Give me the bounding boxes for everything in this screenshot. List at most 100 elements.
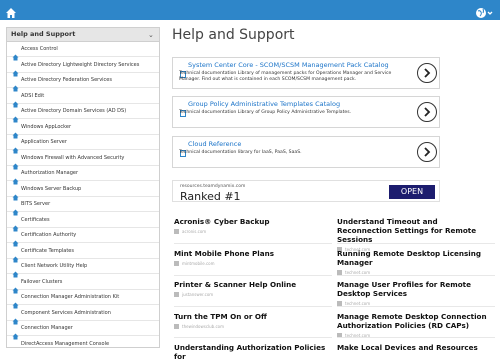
- chevron-down-icon[interactable]: ⌄: [148, 31, 154, 39]
- sidebar-item[interactable]: DirectAccess Management Console: [7, 337, 159, 348]
- go-arrow-icon[interactable]: [417, 142, 437, 162]
- recommended-link[interactable]: Printer & Scanner Help Online justanswer…: [174, 280, 332, 297]
- home-icon[interactable]: [5, 4, 17, 18]
- sidebar-item[interactable]: Windows Server Backup: [7, 182, 159, 200]
- recommended-title[interactable]: Understanding Authorization Policies for: [174, 343, 332, 361]
- sidebar-item[interactable]: Connection Manager: [7, 321, 159, 340]
- divider: [174, 337, 332, 338]
- sidebar-item[interactable]: ADSI Edit: [7, 89, 159, 107]
- home-icon: [12, 201, 19, 216]
- sidebar-item-label: Client Network Utility Help: [21, 263, 88, 269]
- card-title[interactable]: Cloud Reference: [188, 140, 241, 148]
- card-scom-catalog[interactable]: System Center Core - SCOM/SCSM Managemen…: [172, 57, 440, 89]
- sidebar-item[interactable]: Failover Clusters: [7, 275, 159, 293]
- home-icon: [12, 93, 19, 107]
- ad-headline: Ranked #1: [180, 190, 241, 203]
- sidebar-header-label: Help and Support: [11, 30, 76, 38]
- favicon-icon: [174, 292, 179, 297]
- home-icon: [12, 186, 19, 200]
- card-cloud-reference[interactable]: Cloud Reference Technical documentation …: [172, 136, 440, 168]
- recommended-title[interactable]: Printer & Scanner Help Online: [174, 280, 332, 289]
- sidebar: Help and Support ⌄ Access Control Active …: [6, 27, 160, 348]
- recommended-title[interactable]: Understand Timeout and Reconnection Sett…: [337, 217, 495, 244]
- card-title[interactable]: Group Policy Administrative Templates Ca…: [188, 100, 340, 108]
- recommended-link[interactable]: Understanding Authorization Policies for: [174, 343, 332, 361]
- sidebar-item[interactable]: Certificate Templates: [7, 244, 159, 262]
- sidebar-item[interactable]: Active Directory Lightweight Directory S…: [7, 58, 159, 76]
- recommended-link[interactable]: Acronis® Cyber Backup acronis.com: [174, 217, 332, 234]
- home-icon: [12, 170, 19, 185]
- sidebar-item[interactable]: Windows Firewall with Advanced Security: [7, 151, 159, 169]
- home-icon: [12, 310, 19, 324]
- sidebar-item-label: Connection Manager Administration Kit: [21, 294, 120, 300]
- sidebar-item-label: Authorization Manager: [21, 170, 78, 176]
- document-icon: [180, 142, 187, 157]
- card-description: Technical documentation Library of manag…: [179, 71, 392, 82]
- favicon-icon: [174, 229, 179, 234]
- sidebar-item-label: Access Control: [21, 46, 58, 52]
- recommended-title[interactable]: Mint Mobile Phone Plans: [174, 249, 332, 258]
- sidebar-item[interactable]: Authorization Manager: [7, 166, 159, 185]
- home-icon: [12, 341, 19, 348]
- recommended-source: acronis.com: [182, 229, 207, 234]
- home-icon: [12, 294, 19, 309]
- sidebar-item-label: Component Services Administration: [21, 309, 111, 316]
- sidebar-item[interactable]: Active Directory Domain Services (AD DS): [7, 104, 159, 123]
- recommended-link[interactable]: Running Remote Desktop Licensing Manager…: [337, 249, 495, 275]
- favicon-icon: [174, 261, 179, 266]
- recommended-link[interactable]: Turn the TPM On or Off thewindowsclub.co…: [174, 312, 332, 329]
- home-icon: [12, 325, 19, 340]
- sidebar-header[interactable]: Help and Support ⌄: [7, 28, 159, 42]
- sidebar-item[interactable]: Connection Manager Administration Kit: [7, 290, 159, 309]
- sidebar-item[interactable]: Application Server: [7, 135, 159, 154]
- go-arrow-icon[interactable]: [417, 102, 437, 122]
- recommended-title[interactable]: Turn the TPM On or Off: [174, 312, 332, 321]
- ad-open-button[interactable]: OPEN: [389, 185, 435, 199]
- home-icon: [12, 139, 19, 154]
- sidebar-item-label: Certificate Templates: [21, 247, 74, 254]
- page-title: Help and Support: [172, 27, 295, 43]
- recommended-source: justanswer.com: [182, 292, 214, 297]
- recommended-link[interactable]: Understand Timeout and Reconnection Sett…: [337, 217, 495, 252]
- sidebar-item[interactable]: Component Services Administration: [7, 306, 159, 324]
- recommended-title[interactable]: Manage User Profiles for Remote Desktop …: [337, 280, 495, 298]
- home-icon: [12, 155, 19, 169]
- recommended-title[interactable]: Running Remote Desktop Licensing Manager: [337, 249, 495, 267]
- divider: [337, 337, 495, 338]
- sidebar-item[interactable]: Certification Authority: [7, 228, 159, 247]
- sidebar-item[interactable]: Certificates: [7, 213, 159, 231]
- sidebar-item[interactable]: Windows AppLocker: [7, 120, 159, 138]
- home-icon: [12, 232, 19, 247]
- sidebar-item-label: ADSI Edit: [21, 92, 45, 99]
- globe-icon[interactable]: [475, 4, 495, 18]
- ad-url: resources.teamdynamix.com: [180, 184, 246, 189]
- sidebar-item-label: Windows Server Backup: [21, 185, 82, 192]
- sidebar-item[interactable]: Active Directory Federation Services: [7, 73, 159, 92]
- recommended-title[interactable]: Acronis® Cyber Backup: [174, 217, 332, 226]
- sidebar-item-label: DirectAccess Management Console: [21, 340, 110, 347]
- recommended-link[interactable]: Manage User Profiles for Remote Desktop …: [337, 280, 495, 306]
- sidebar-item[interactable]: Access Control: [7, 42, 159, 61]
- sidebar-item[interactable]: Client Network Utility Help: [7, 259, 159, 278]
- home-icon: [12, 46, 19, 61]
- home-icon: [12, 217, 19, 231]
- home-icon: [12, 62, 19, 76]
- ad-banner[interactable]: resources.teamdynamix.com Ranked #1 OPEN: [172, 180, 440, 203]
- divider: [337, 306, 495, 307]
- card-description: Technical documentation Library of Group…: [179, 110, 352, 115]
- sidebar-item-label: Windows Firewall with Advanced Security: [21, 154, 125, 161]
- document-icon: [180, 63, 187, 78]
- recommended-link[interactable]: Mint Mobile Phone Plans mintmobile.com: [174, 249, 332, 266]
- favicon-icon: [174, 324, 179, 329]
- sidebar-item-label: Certificates: [21, 216, 50, 223]
- card-title[interactable]: System Center Core - SCOM/SCSM Managemen…: [188, 61, 389, 69]
- home-icon: [12, 77, 19, 92]
- card-gpo-catalog[interactable]: Group Policy Administrative Templates Ca…: [172, 96, 440, 128]
- go-arrow-icon[interactable]: [417, 63, 437, 83]
- recommended-title[interactable]: Manage Remote Desktop Connection Authori…: [337, 312, 495, 330]
- sidebar-item[interactable]: BITS Server: [7, 197, 159, 216]
- sidebar-item-label: Application Server: [21, 139, 67, 145]
- home-icon: [12, 124, 19, 138]
- home-icon: [12, 279, 19, 293]
- recommended-link[interactable]: Manage Remote Desktop Connection Authori…: [337, 312, 495, 338]
